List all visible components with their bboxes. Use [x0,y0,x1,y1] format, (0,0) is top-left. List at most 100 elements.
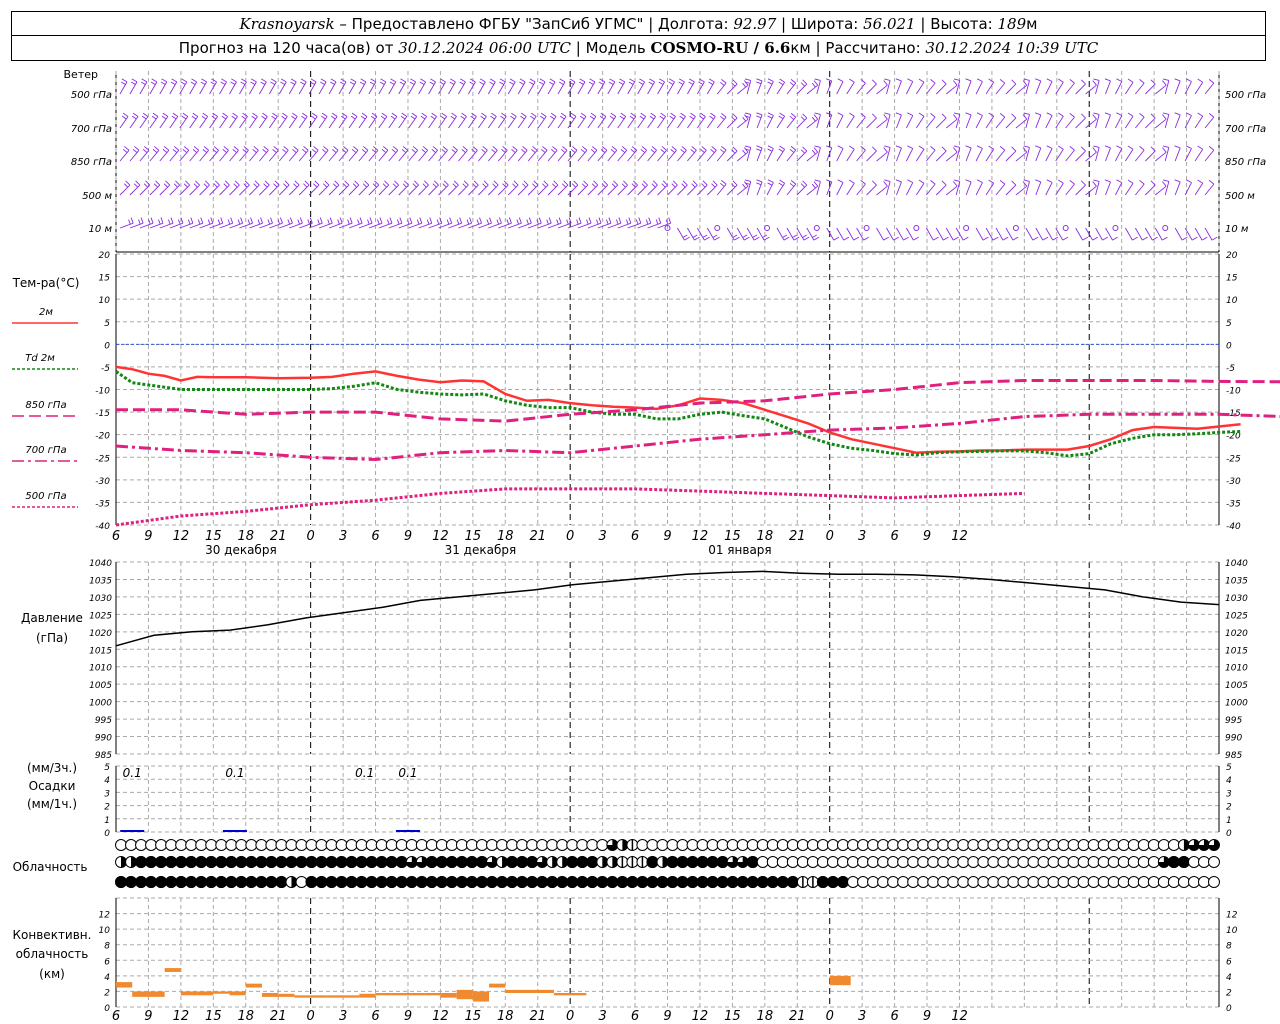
cloud-cover-fill [385,856,398,868]
cloud-cover-circle [1197,856,1210,868]
wind-barb-feather [233,183,238,188]
conv-bar [132,991,149,997]
wind-barb-feather [462,146,468,151]
wind-level-label-right: 700 гПа [1225,124,1266,135]
wind-barb-feather [391,149,397,153]
wind-barb-feather [172,149,178,153]
wind-calm-marker [1112,225,1119,231]
cloud-cover-circle [927,876,940,888]
wind-barb-feather [952,80,958,86]
wind-barb-feather [153,146,160,151]
wind-barb-feather [658,81,664,85]
cloud-cover-circle [1097,856,1110,868]
wind-barb [1075,117,1086,129]
wind-level-label: 500 гПа [71,90,112,101]
wind-barb [985,149,995,162]
wind-barb-feather [183,146,190,151]
wind-barb [1025,114,1030,129]
wind-barb-feather [1102,236,1108,241]
cloud-cover-circle [1077,876,1090,888]
wind-barb [687,184,698,196]
wind-barb [487,116,497,129]
wind-barb [298,116,308,129]
conv-bar [278,993,295,997]
wind-barb-feather [163,183,168,188]
temp-ytick: -5 [101,364,110,374]
wind-barb [1085,118,1097,129]
temp-hour-tick: 18 [497,529,514,544]
cloud-cover-circle [826,839,839,851]
wind-barb [1204,116,1215,129]
wind-barb [736,151,749,162]
precip-label: 0.1 [398,766,417,780]
wind-barb-feather [999,78,1006,84]
wind-barb-feather [134,146,140,151]
wind-barb [458,116,467,129]
precip-ytick: 5 [104,763,110,773]
wind-barb-feather [907,112,913,116]
wind-barb-feather [1092,236,1099,241]
wind-barb-feather [420,78,426,83]
wind-barb [537,116,547,129]
cloud-cover-fill [526,876,539,888]
wind-barb-feather [933,236,939,241]
wind-barb [1065,116,1075,129]
cloud-cover-circle [125,839,138,851]
cloud-cover-circle [847,839,860,851]
wind-barb [478,149,488,162]
wind-barb-feather [662,180,668,186]
wind-barb-feather [120,81,126,85]
cloud-cover-circle [385,839,398,851]
wind-barb [657,184,668,196]
wind-barb-feather [800,149,806,154]
precip-title: Осадки [29,779,76,793]
wind-barb-feather [182,112,189,117]
wind-barb [229,116,238,129]
cloud-cover-circle [115,839,128,851]
wind-barb-feather [546,219,549,225]
wind-barb-feather [704,236,710,241]
cloud-cover-fill [425,876,438,888]
wind-barb-feather [711,146,717,151]
temp-ytick-right: -10 [1226,387,1241,397]
wind-barb-feather [813,147,819,153]
temp-hour-tick: 15 [724,529,741,544]
wind-barb-feather [379,217,383,224]
wind-barb [896,181,902,196]
wind-barb-feather [1104,78,1111,82]
wind-barb-feather [121,115,127,120]
wind-barb-feather [689,115,694,120]
wind-barb-feather [512,146,518,151]
conv-ytick: 10 [99,926,111,936]
precip-ytick-right: 4 [1226,776,1232,786]
wind-barb-feather [640,112,646,117]
wind-barb-feather [688,81,694,85]
wind-barb-feather [390,78,396,83]
conv-bar [521,989,538,993]
wind-barb-feather [744,145,751,148]
wind-barb-feather [550,115,555,120]
conv-hour-tick: 6 [890,1009,898,1024]
wind-barb [278,184,290,196]
cloud-cover-circle [766,856,779,868]
wind-barb-feather [500,115,505,120]
cloud-cover-fill [235,876,248,888]
wind-barb-feather [734,236,740,241]
wind-barb-feather [387,219,390,225]
wind-barb-feather [779,112,785,117]
wind-level-label-right: 10 м [1225,224,1249,235]
wind-barb-feather [337,219,340,225]
wind-barb-feather [833,236,840,241]
wind-barb-feather [688,78,695,83]
temp-ytick-right: 0 [1226,341,1232,351]
wind-barb-feather [503,180,509,186]
wind-barb-feather [254,180,260,186]
cloud-cover-circle [1057,856,1070,868]
wind-barb-feather [651,183,656,188]
wind-barb [786,183,797,196]
wind-barb-feather [430,78,436,83]
cloud-cover-fill [435,876,448,888]
wind-barb-feather [883,236,889,241]
wind-barb [209,184,220,196]
wind-barb-feather [1174,145,1181,149]
